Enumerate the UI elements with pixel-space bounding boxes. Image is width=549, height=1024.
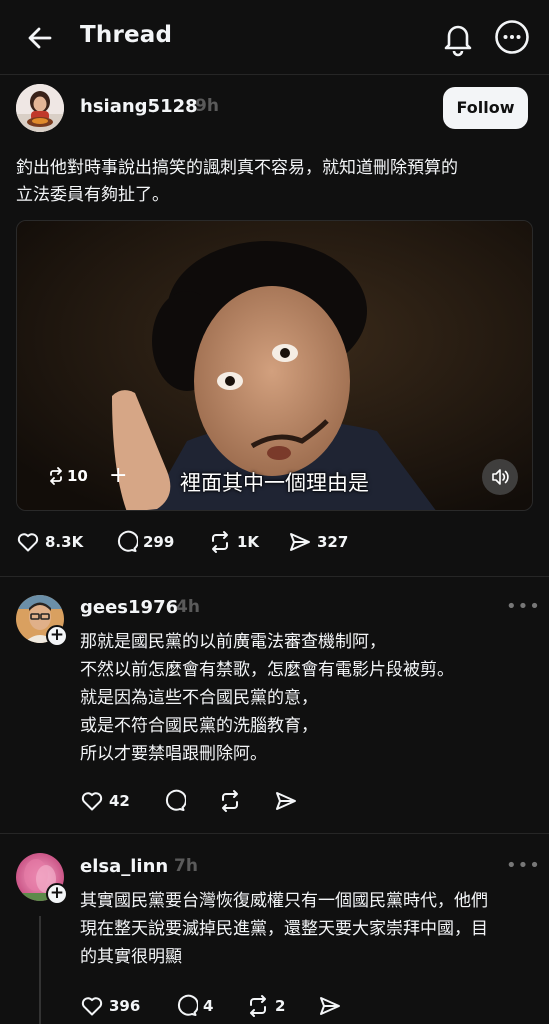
more-dots-icon[interactable]: ••• [506,855,541,876]
reply-line: 其實國民黨要台灣恢復威權只有一個國民黨時代，他們 [80,891,488,911]
repost-count: 1K [237,533,260,551]
reply-line: 或是不符合國民黨的洗腦教育， [80,716,318,736]
repost-count: 2 [275,997,286,1015]
share-button[interactable] [274,789,298,813]
reply-username[interactable]: elsa_linn [80,856,168,877]
like-count: 8.3K [45,533,84,551]
follow-plus-icon[interactable]: + [46,883,68,905]
like-count: 396 [109,997,141,1015]
post-username[interactable]: hsiang5128 [80,96,198,117]
reply-actions: 396 4 2 [80,994,342,1018]
repost-button[interactable] [218,789,274,813]
thread-line [39,916,41,1024]
like-button[interactable]: 396 [80,994,174,1018]
repost-button[interactable]: 1K [208,530,288,554]
send-icon [290,533,310,551]
repost-icon [250,995,266,1017]
reply-button[interactable]: 299 [114,530,208,554]
comment-icon [177,994,198,1016]
more-options-icon[interactable] [494,19,530,55]
send-icon [276,792,296,810]
video-subtitle: 裡面其中一個理由是 [180,471,369,495]
share-button[interactable] [318,994,342,1018]
reply-body: 那就是國民黨的以前廣電法審查機制阿， 不然以前怎麼會有禁歌，怎麼會有電影片段被剪… [80,628,535,768]
reply-line: 的其實很明顯 [80,947,182,967]
reply-line: 現在整天說要滅掉民進黨，還整天要大家崇拜中國，目 [80,919,488,939]
follow-button[interactable]: Follow [443,87,528,129]
repost-icon [222,790,238,812]
follow-plus-icon[interactable]: + [46,625,68,647]
speaker-icon [492,469,509,485]
reply-actions: 42 [80,789,298,813]
post-time: 9h [195,96,219,116]
reply-line: 就是因為這些不合國民黨的意， [80,688,318,708]
heart-icon [17,533,39,552]
video-player[interactable]: 10 + 裡面其中一個理由是 [16,220,533,511]
reply-time: 7h [174,856,198,876]
post-body: 釣出他對時事說出搞笑的諷刺真不容易，就知道刪除預算的 立法委員有夠扯了。 [16,155,526,209]
divider [0,833,549,834]
reply-count: 299 [143,533,175,551]
reply-button[interactable] [162,789,218,813]
reply-body: 其實國民黨要台灣恢復威權只有一個國民黨時代，他們 現在整天說要滅掉民進黨，還整天… [80,887,535,971]
back-arrow-icon[interactable] [22,20,58,56]
share-button[interactable]: 327 [288,530,348,554]
like-button[interactable]: 8.3K [16,530,114,554]
comment-icon [117,530,138,552]
repost-button[interactable]: 2 [246,994,318,1018]
reply-line: 那就是國民黨的以前廣電法審查機制阿， [80,632,386,652]
reply-time: 4h [176,597,200,617]
comment-icon [165,789,186,811]
more-dots-icon[interactable]: ••• [506,596,541,617]
reply-count: 4 [203,997,214,1015]
post-actions: 8.3K 299 1K 327 [16,530,348,554]
reply-line: 不然以前怎麼會有禁歌，怎麼會有電影片段被剪。 [80,660,454,680]
divider [0,576,549,577]
like-button[interactable]: 42 [80,789,162,813]
reply-line: 所以才要禁唱跟刪除阿。 [80,744,267,764]
like-count: 42 [109,792,130,810]
avatar[interactable] [16,84,64,132]
page-title: Thread [80,22,173,48]
send-icon [320,997,340,1015]
top-bar: Thread [0,0,549,75]
post-text-line: 立法委員有夠扯了。 [16,185,169,205]
heart-icon [81,997,103,1016]
reply-username[interactable]: gees1976 [80,597,178,618]
post-text-line: 釣出他對時事說出搞笑的諷刺真不容易，就知道刪除預算的 [16,158,458,178]
reply-button[interactable]: 4 [174,994,246,1018]
bell-icon[interactable] [440,19,476,57]
repost-icon [212,531,228,553]
volume-button[interactable] [482,459,518,495]
heart-icon [81,792,103,811]
share-count: 327 [317,533,349,551]
